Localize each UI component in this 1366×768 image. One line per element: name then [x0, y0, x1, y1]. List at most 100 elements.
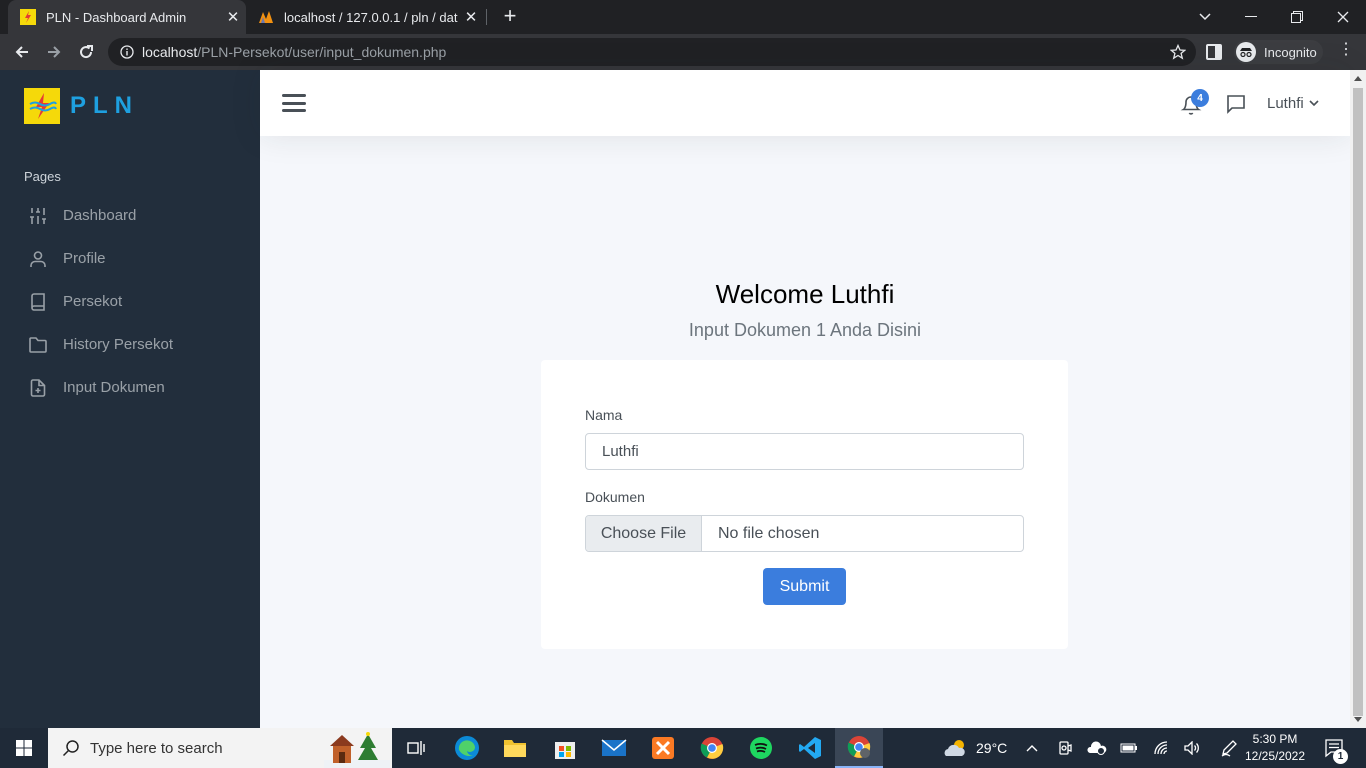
sidebar-item-input-dokumen[interactable]: Input Dokumen	[0, 366, 260, 409]
info-icon	[120, 45, 134, 59]
restore-button[interactable]	[1274, 0, 1320, 34]
notification-center-badge: 1	[1333, 749, 1348, 764]
tab-phpmyadmin[interactable]: localhost / 127.0.0.1 / pln / data_ ✕	[248, 0, 484, 34]
start-button[interactable]	[0, 728, 48, 768]
sliders-icon	[30, 207, 46, 224]
taskbar-clock[interactable]: 5:30 PM 12/25/2022	[1244, 731, 1306, 765]
sidebar-item-persekot[interactable]: Persekot	[0, 280, 260, 323]
clock-date: 12/25/2022	[1244, 749, 1306, 763]
pln-favicon-icon	[20, 9, 36, 25]
brand-name: PLN	[70, 92, 139, 119]
sidebar: PLN Pages Dashboard Profile Persekot His…	[0, 70, 260, 728]
page-scrollbar[interactable]	[1350, 70, 1366, 728]
dokumen-file-input[interactable]: Choose File No file chosen	[585, 515, 1024, 552]
taskbar-search-box[interactable]: Type here to search	[48, 728, 392, 768]
top-navbar: 4 Luthfi	[260, 70, 1350, 136]
battery-icon	[1120, 743, 1137, 753]
chrome-icon	[847, 736, 871, 758]
close-tab-icon[interactable]: ✕	[220, 8, 246, 26]
message-icon[interactable]	[1226, 94, 1246, 114]
taskbar-vscode[interactable]	[786, 728, 834, 768]
user-dropdown[interactable]: Luthfi	[1267, 95, 1319, 112]
back-button[interactable]	[8, 38, 36, 66]
windows-taskbar: Type here to search 29°C 5:30 PM 12/25/2…	[0, 728, 1366, 768]
chevron-down-icon	[1309, 100, 1319, 107]
nama-label: Nama	[585, 407, 623, 423]
url-path: /PLN-Persekot/user/input_dokumen.php	[197, 44, 447, 60]
forward-button[interactable]	[40, 38, 68, 66]
incognito-icon	[1236, 42, 1256, 62]
tray-battery[interactable]	[1120, 728, 1138, 768]
chrome-icon	[700, 737, 724, 759]
taskbar-store[interactable]	[541, 728, 589, 768]
tab-pln-dashboard[interactable]: PLN - Dashboard Admin ✕	[8, 0, 246, 34]
scroll-up-arrow[interactable]	[1354, 76, 1362, 81]
taskbar-spotify[interactable]	[737, 728, 785, 768]
sidebar-toggle-button[interactable]	[282, 94, 306, 112]
choose-file-button[interactable]: Choose File	[586, 516, 702, 551]
sidebar-item-label: Input Dokumen	[63, 379, 165, 396]
file-plus-icon	[30, 378, 46, 397]
sidebar-nav: Dashboard Profile Persekot History Perse…	[0, 194, 260, 409]
tray-onedrive[interactable]	[1087, 728, 1107, 768]
folder-icon	[504, 740, 526, 757]
taskbar-chrome-incognito[interactable]	[835, 728, 883, 768]
tab-search-icon[interactable]	[1182, 0, 1228, 34]
new-tab-button[interactable]: +	[498, 5, 522, 29]
notification-center-button[interactable]: 1	[1324, 728, 1348, 768]
holiday-house-icon	[324, 732, 390, 768]
hamburger-line	[282, 101, 306, 105]
taskbar-edge[interactable]	[443, 728, 491, 768]
tray-volume[interactable]	[1184, 728, 1200, 768]
sidebar-item-dashboard[interactable]: Dashboard	[0, 194, 260, 237]
address-bar[interactable]: localhost/PLN-Persekot/user/input_dokume…	[108, 38, 1196, 66]
cloud-sun-icon	[944, 740, 965, 756]
sidebar-item-label: History Persekot	[63, 336, 174, 353]
folder-icon	[29, 336, 47, 353]
camera-icon	[1059, 741, 1072, 755]
hamburger-line	[282, 94, 306, 97]
tray-overflow-button[interactable]	[1026, 728, 1038, 768]
sidebar-header: Pages	[24, 169, 61, 184]
close-window-button[interactable]	[1320, 0, 1366, 34]
taskbar-mail[interactable]	[590, 728, 638, 768]
taskbar-file-explorer[interactable]	[491, 728, 539, 768]
dokumen-label: Dokumen	[585, 489, 645, 505]
taskbar-chrome[interactable]	[688, 728, 736, 768]
file-status-text: No file chosen	[718, 524, 820, 542]
hamburger-line	[282, 109, 306, 112]
tab-title: localhost / 127.0.0.1 / pln / data_	[284, 9, 458, 25]
upload-form-card: Nama Luthfi Dokumen Choose File No file …	[541, 360, 1068, 649]
reload-button[interactable]	[72, 38, 100, 66]
notification-badge: 4	[1191, 89, 1209, 107]
sidebar-item-profile[interactable]: Profile	[0, 237, 260, 280]
submit-button[interactable]: Submit	[763, 568, 846, 605]
search-placeholder: Type here to search	[90, 739, 223, 757]
task-view-button[interactable]	[392, 728, 440, 768]
user-icon	[30, 250, 46, 267]
pln-logo-icon	[24, 88, 60, 124]
tray-meet-now[interactable]	[1058, 728, 1072, 768]
scroll-down-arrow[interactable]	[1354, 717, 1362, 722]
tray-network[interactable]	[1154, 728, 1170, 768]
scrollbar-thumb[interactable]	[1353, 88, 1363, 716]
browser-menu-icon[interactable]: ⋮	[1338, 42, 1354, 58]
close-tab-icon[interactable]: ✕	[458, 8, 484, 26]
weather-widget[interactable]: 29°C	[942, 728, 1007, 768]
minimize-button[interactable]	[1228, 0, 1274, 34]
weather-temp: 29°C	[976, 740, 1008, 756]
tray-pen[interactable]	[1220, 728, 1238, 768]
nama-input[interactable]: Luthfi	[585, 433, 1024, 470]
brand[interactable]: PLN	[24, 88, 139, 124]
windows-logo-icon	[16, 740, 32, 756]
side-panel-icon[interactable]	[1206, 44, 1222, 60]
tab-title: PLN - Dashboard Admin	[46, 9, 187, 25]
chevron-up-icon	[1026, 745, 1038, 752]
incognito-label: Incognito	[1264, 44, 1317, 60]
phpmyadmin-favicon-icon	[259, 11, 273, 23]
taskbar-xampp[interactable]	[639, 728, 687, 768]
sidebar-item-history-persekot[interactable]: History Persekot	[0, 323, 260, 366]
mail-icon	[601, 739, 627, 756]
incognito-indicator[interactable]: Incognito	[1234, 40, 1323, 64]
bookmark-star-icon[interactable]	[1170, 44, 1186, 60]
